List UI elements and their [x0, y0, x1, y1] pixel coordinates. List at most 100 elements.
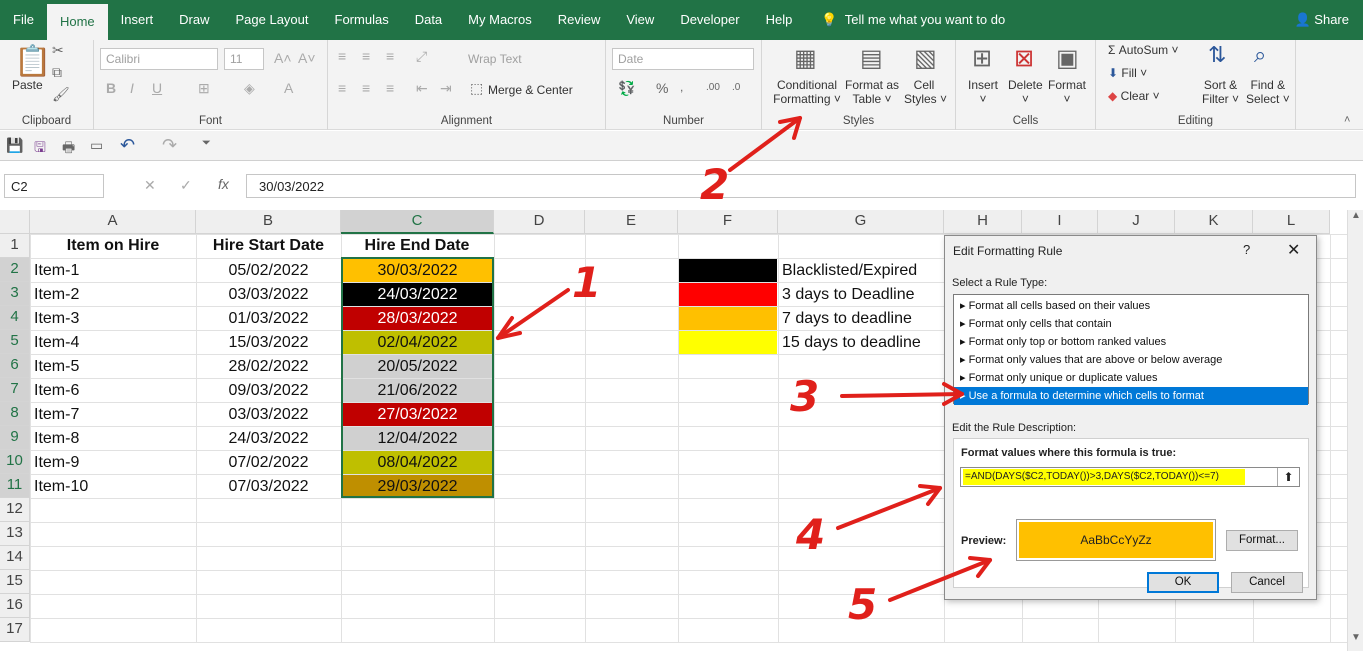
help-button[interactable]: ? [1243, 242, 1250, 257]
cell-end-date[interactable]: 02/04/2022 [342, 331, 493, 354]
save-as-icon[interactable]: 🖫 [34, 137, 46, 161]
format-cells-icon[interactable]: ▣ [1056, 44, 1079, 73]
column-header-c[interactable]: C [341, 210, 494, 234]
format-cells-button[interactable]: Format ˅ [1048, 78, 1086, 106]
align-top-icon[interactable]: ≡ [338, 48, 346, 64]
format-painter-icon[interactable]: 🖌 [52, 86, 70, 103]
vertical-scrollbar[interactable]: ▲ ▼ [1347, 210, 1363, 651]
italic-icon[interactable]: I [130, 80, 134, 96]
tab-view[interactable]: View [613, 0, 667, 40]
paste-button[interactable]: Paste [12, 78, 43, 92]
clear-button[interactable]: ◆ Clear ˅ [1108, 89, 1160, 103]
cell-start-date[interactable]: 07/02/2022 [197, 451, 340, 475]
share-button[interactable]: 👤 Share [1294, 12, 1363, 28]
formula-field[interactable]: =AND(DAYS($C2,TODAY())>3,DAYS($C2,TODAY(… [960, 467, 1300, 487]
legend-label[interactable]: 15 days to deadline [779, 331, 944, 355]
underline-icon[interactable]: U [152, 80, 162, 96]
row-header-15[interactable]: 15 [0, 570, 30, 594]
column-header-g[interactable]: G [778, 210, 944, 234]
row-header-3[interactable]: 3 [0, 282, 30, 306]
comma-icon[interactable]: , [680, 80, 683, 94]
format-as-table-icon[interactable]: ▤ [860, 44, 883, 73]
column-header-d[interactable]: D [494, 210, 585, 234]
autosum-button[interactable]: Σ AutoSum ˅ [1108, 43, 1178, 57]
tab-my-macros[interactable]: My Macros [455, 0, 545, 40]
align-center-icon[interactable]: ≡ [362, 80, 370, 96]
cell-start-date[interactable]: 28/02/2022 [197, 355, 340, 379]
close-icon[interactable]: ✕ [1287, 240, 1300, 260]
enter-formula-icon[interactable]: ✓ [180, 177, 192, 194]
rule-type-item[interactable]: ▸ Format all cells based on their values [954, 297, 1308, 315]
tab-help[interactable]: Help [753, 0, 806, 40]
copy-icon[interactable]: ⧉ [52, 64, 62, 81]
rule-type-item[interactable]: ▸ Use a formula to determine which cells… [954, 387, 1308, 405]
header-hire-end-date[interactable]: Hire End Date [341, 234, 493, 258]
tab-file[interactable]: File [0, 0, 47, 40]
column-header-e[interactable]: E [585, 210, 678, 234]
cell-start-date[interactable]: 07/03/2022 [197, 475, 340, 499]
legend-swatch[interactable] [679, 283, 777, 306]
format-button[interactable]: Format... [1226, 530, 1298, 551]
wrap-text-button[interactable]: Wrap Text [468, 52, 522, 66]
cell-item[interactable]: Item-8 [31, 427, 195, 451]
merge-center-button[interactable]: Merge & Center [488, 83, 573, 97]
redo-icon[interactable]: ↷ [162, 135, 177, 156]
rule-type-list[interactable]: ▸ Format all cells based on their values… [953, 294, 1309, 405]
conditional-formatting-icon[interactable]: ▦ [794, 44, 817, 73]
align-bottom-icon[interactable]: ≡ [386, 48, 394, 64]
cell-end-date[interactable]: 20/05/2022 [342, 355, 493, 378]
cell-end-date[interactable]: 08/04/2022 [342, 451, 493, 474]
ok-button[interactable]: OK [1147, 572, 1219, 593]
scroll-up-icon[interactable]: ▲ [1351, 210, 1361, 221]
legend-label[interactable]: Blacklisted/Expired [779, 259, 944, 283]
cell-start-date[interactable]: 01/03/2022 [197, 307, 340, 331]
column-header-k[interactable]: K [1175, 210, 1253, 234]
sort-filter-icon[interactable]: ⇅ [1208, 42, 1226, 68]
legend-label[interactable]: 3 days to Deadline [779, 283, 944, 307]
column-header-b[interactable]: B [196, 210, 341, 234]
tell-me-box[interactable]: 💡 Tell me what you want to do [821, 12, 1005, 28]
header-item-on-hire[interactable]: Item on Hire [30, 234, 196, 258]
column-header-i[interactable]: I [1022, 210, 1098, 234]
cell-end-date[interactable]: 27/03/2022 [342, 403, 493, 426]
cell-end-date[interactable]: 28/03/2022 [342, 307, 493, 330]
borders-icon[interactable]: ⊞ [198, 80, 210, 97]
cut-icon[interactable]: ✂ [52, 42, 64, 59]
number-format-box[interactable]: Date [612, 48, 754, 70]
fill-button[interactable]: ⬇ Fill ˅ [1108, 66, 1147, 80]
row-header-16[interactable]: 16 [0, 594, 30, 618]
row-header-13[interactable]: 13 [0, 522, 30, 546]
paste-icon[interactable]: 📋 [14, 44, 51, 79]
row-header-10[interactable]: 10 [0, 450, 30, 474]
cell-end-date[interactable]: 24/03/2022 [342, 283, 493, 306]
row-header-11[interactable]: 11 [0, 474, 30, 498]
tab-home[interactable]: Home [46, 4, 108, 40]
cell-start-date[interactable]: 03/03/2022 [197, 283, 340, 307]
conditional-formatting-button[interactable]: Conditional Formatting ˅ [772, 78, 842, 106]
rule-type-item[interactable]: ▸ Format only top or bottom ranked value… [954, 333, 1308, 351]
cell-item[interactable]: Item-6 [31, 379, 195, 403]
legend-swatch[interactable] [679, 259, 777, 282]
legend-label[interactable]: 7 days to deadline [779, 307, 944, 331]
fill-color-icon[interactable]: ◈ [244, 80, 255, 97]
format-as-table-button[interactable]: Format as Table ˅ [844, 78, 900, 106]
cell-start-date[interactable]: 09/03/2022 [197, 379, 340, 403]
customize-qat-icon[interactable]: ⏷ [202, 137, 211, 150]
column-header-l[interactable]: L [1253, 210, 1330, 234]
insert-function-icon[interactable]: fx [218, 176, 229, 192]
collapse-ribbon-icon[interactable]: ˄ [1344, 114, 1350, 126]
select-all-corner[interactable] [0, 210, 30, 234]
column-header-f[interactable]: F [678, 210, 778, 234]
row-header-14[interactable]: 14 [0, 546, 30, 570]
delete-cells-icon[interactable]: ⊠ [1014, 44, 1034, 73]
header-hire-start-date[interactable]: Hire Start Date [196, 234, 341, 258]
row-header-1[interactable]: 1 [0, 234, 30, 258]
rule-type-item[interactable]: ▸ Format only values that are above or b… [954, 351, 1308, 369]
legend-swatch[interactable] [679, 307, 777, 330]
row-header-7[interactable]: 7 [0, 378, 30, 402]
column-header-j[interactable]: J [1098, 210, 1175, 234]
tab-data[interactable]: Data [402, 0, 455, 40]
formula-input[interactable]: 30/03/2022 [246, 174, 1356, 198]
scroll-down-icon[interactable]: ▼ [1351, 632, 1361, 643]
cell-end-date[interactable]: 12/04/2022 [342, 427, 493, 450]
